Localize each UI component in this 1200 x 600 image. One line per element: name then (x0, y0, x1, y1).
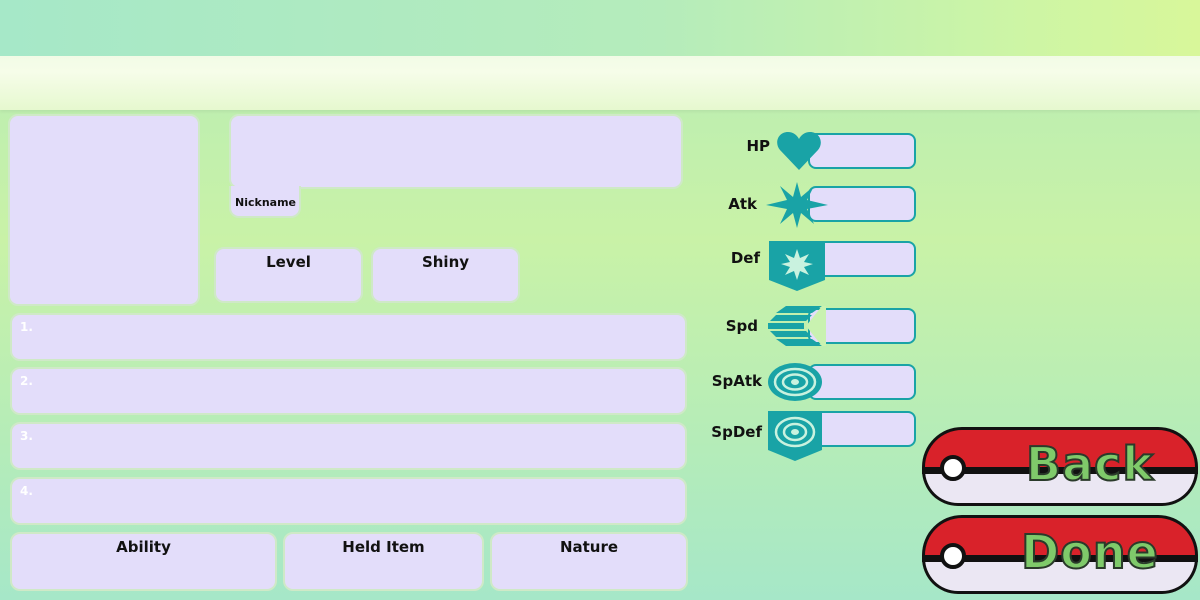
nature-label: Nature (559, 538, 619, 556)
chevrons-icon (768, 306, 826, 346)
shiny-label: Shiny (421, 253, 470, 271)
nickname-input[interactable] (229, 114, 683, 189)
stat-input-spdef[interactable] (808, 411, 916, 447)
level-field[interactable]: Level (214, 247, 363, 303)
stat-label-spd: Spd (725, 317, 758, 335)
back-button[interactable]: Back (922, 427, 1198, 509)
burst-icon (766, 182, 828, 228)
stat-input-hp[interactable] (808, 133, 916, 169)
pokeball-knob-icon (940, 543, 966, 569)
stat-label-hp: HP (746, 137, 770, 155)
pokemon-sprite-box[interactable] (8, 114, 200, 306)
done-button[interactable]: Done (922, 515, 1198, 597)
shiny-field[interactable]: Shiny (371, 247, 520, 303)
move-slot-number: 2. (20, 374, 33, 388)
top-banner (0, 0, 1200, 56)
stat-label-def: Def (730, 249, 760, 267)
stat-label-spatk: SpAtk (711, 372, 762, 390)
done-button-label: Done (1020, 524, 1159, 580)
held-item-field[interactable]: Held Item (283, 532, 484, 591)
move-slot-3[interactable]: 3. (10, 422, 687, 470)
target-icon (768, 363, 822, 401)
move-slot-4[interactable]: 4. (10, 477, 687, 525)
shield-icon (769, 241, 825, 291)
move-slot-number: 4. (20, 484, 33, 498)
heart-icon (777, 132, 821, 170)
nature-field[interactable]: Nature (490, 532, 688, 591)
back-button-label: Back (1025, 436, 1154, 492)
ability-field[interactable]: Ability (10, 532, 277, 591)
level-label: Level (266, 253, 311, 271)
held-item-label: Held Item (342, 538, 425, 556)
nickname-label: Nickname (235, 196, 296, 209)
move-slot-number: 1. (20, 320, 33, 334)
title-bar (0, 56, 1200, 110)
shield-target-icon (768, 411, 822, 461)
stat-label-spdef: SpDef (711, 423, 762, 441)
stat-label-atk: Atk (728, 195, 757, 213)
pokeball-knob-icon (940, 455, 966, 481)
move-slot-1[interactable]: 1. (10, 313, 687, 361)
move-slot-number: 3. (20, 429, 33, 443)
ability-label: Ability (116, 538, 171, 556)
move-slot-2[interactable]: 2. (10, 367, 687, 415)
